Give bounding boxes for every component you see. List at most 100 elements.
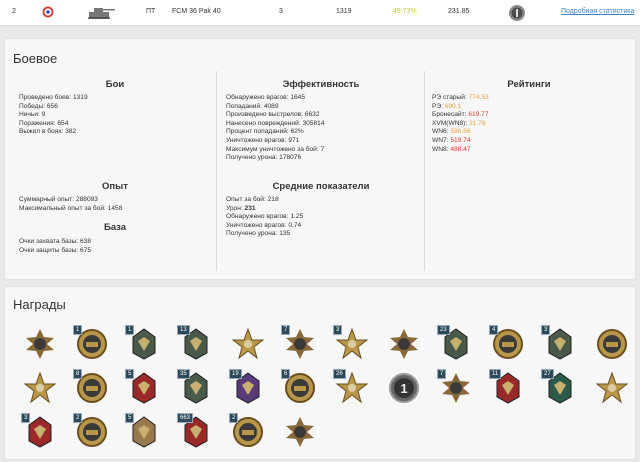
rating-label: РЭ старый: [432,94,469,101]
green-sword-badge-icon[interactable]: 27 [541,369,577,405]
average-label: Обнаружено врагов: [226,213,291,221]
tank-wreath-medal-icon[interactable]: 4 [489,325,525,361]
award-count-badge: 13 [177,325,190,335]
rating-value: 774.53 [468,94,489,101]
gear-sun-medal-icon[interactable]: 2 [229,413,265,449]
shield-red-star-badge-icon[interactable]: 3 [333,325,369,361]
vehicle-value: 231.85 [448,8,470,15]
rating-line: WN8: 488.47 [432,146,489,155]
vehicle-class: ПТ [146,8,156,15]
average-line: Получено урона: 135 [226,230,303,239]
star-medal-icon[interactable] [231,327,265,361]
stat-line: Процент попаданий: 62% [226,128,304,136]
battles-heading: Бои [105,79,125,90]
rating-label: XVM(WN8): [432,119,469,127]
rating-value: 586.86 [450,128,471,136]
column-divider [216,71,217,271]
cross-medal-icon[interactable] [23,327,57,361]
ratings-heading: Рейтинги [507,79,551,90]
rating-label: WN7: [432,136,451,144]
tank-cross-medal-icon[interactable]: 7 [437,369,473,405]
mastery-badge-icon [508,4,526,24]
ratings-list: РЭ старый: 774.53 РЭ: 690.1 Бронесайт: 619… [432,94,489,154]
rating-value: 619.77 [468,111,489,119]
award-count-badge: 7 [281,325,291,335]
rating-value: 21.76 [469,119,486,127]
average-value: 218 [267,196,279,203]
stat-line: Проведено боев: 1319 [19,94,88,101]
base-list: Очки захвата базы: 638 Очки защиты базы: … [19,238,91,255]
soldier-red-badge-icon[interactable]: 663 [177,413,213,449]
column-divider [424,71,425,271]
blue-red-badge-icon[interactable]: 3 [21,413,57,449]
stat-line: Выжил в боях: 382 [19,128,77,136]
experience-list: Суммарный опыт: 288093 Максимальный опыт … [19,196,122,213]
mastery-one-medal-icon[interactable]: 1 [387,371,421,405]
purple-scroll-badge-icon[interactable]: 19 [229,369,265,405]
stat-line: Максимум уничтожено за бой: 7 [226,145,325,153]
details-link[interactable]: Подробная статистика [561,8,634,15]
award-count-badge: 3 [21,413,31,423]
stat-line: Получено урона: 178076 [226,154,302,162]
vehicle-row: 2 ПТ FCM 36 Pak 40 3 1319 49.73% 231.85 … [0,0,640,26]
average-line: Обнаружено врагов: 1.25 [226,213,303,222]
cross-portrait-medal-icon[interactable] [387,327,421,361]
average-value: 0.74 [288,221,302,229]
diamond-gold-badge-icon[interactable]: 35 [177,369,213,405]
stat-line: Произведено выстрелов: 6632 [226,111,320,119]
average-label: Урон: [226,204,245,212]
crossed-rifles-badge-icon[interactable]: 7 [281,325,317,361]
rating-value: 519.74 [450,136,471,144]
awards-title: Награды [13,297,66,312]
stat-line: Очки защиты базы: 675 [19,246,91,254]
vehicle-name: FCM 36 Pak 40 [172,8,221,15]
average-label: Опыт за бой: [226,196,268,203]
average-line: Уничтожено врагов: 0.74 [226,222,303,231]
award-count-badge: 3 [541,325,551,335]
rating-label: WN8: [432,145,451,153]
rating-line: WN6: 586.86 [432,128,489,137]
award-count-badge: 663 [177,413,194,423]
wot-logo-medal-icon[interactable]: 6 [281,369,317,405]
star-portrait-medal-icon[interactable] [595,371,629,405]
bronze-cross-medal-icon[interactable] [283,415,317,449]
combat-title: Боевое [13,51,58,66]
rating-line: XVM(WN8): 21.76 [432,120,489,129]
efficiency-list: Обнаружено врагов: 1645 Попаданий: 4089 Пр… [226,94,324,163]
stat-line: Очки захвата базы: 638 [19,238,91,245]
award-count-badge: 3 [333,325,343,335]
stat-line: Обнаружено врагов: 1645 [226,94,305,101]
france-roundel-icon [42,6,54,20]
diamond-badge-icon[interactable]: 23 [437,325,473,361]
award-count-badge: 6 [281,369,291,379]
rating-value: 488.47 [450,145,471,153]
award-count-badge: 1 [125,325,135,335]
rating-line: РЭ: 690.1 [432,103,489,112]
star-bronze-medal-icon[interactable] [23,371,57,405]
rank-chevron-badge-icon[interactable]: 1 [125,325,161,361]
rating-line: РЭ старый: 774.53 [432,94,489,103]
award-count-badge: 35 [177,369,190,379]
rating-value: 690.1 [444,102,462,110]
plane-star-medal-icon[interactable]: 26 [333,369,369,405]
rating-line: Бронесайт: 619.77 [432,111,489,120]
vehicle-winrate: 49.73% [393,8,417,15]
average-value: 1.25 [290,213,304,221]
stat-line: Суммарный опыт: 288093 [19,196,98,203]
combat-panel: Боевое Бои Проведено боев: 1319 Победы: 6… [4,38,636,280]
battles-list: Проведено боев: 1319 Победы: 656 Ничьи: 9П… [19,94,88,137]
stat-line: Уничтожено врагов: 971 [226,136,300,144]
average-value: 231 [244,204,256,212]
portrait-hexagon-medal-icon[interactable] [595,327,629,361]
award-count-badge: 8 [73,369,83,379]
red-cape-badge-icon[interactable]: 5 [125,369,161,405]
tan-book-badge-icon[interactable]: 5 [125,413,161,449]
stat-line: Максимальный опыт за бой: 1458 [19,204,123,212]
sword-badge-icon[interactable]: 3 [541,325,577,361]
soldier-badge-icon[interactable]: 13 [177,325,213,361]
diamond-red-badge-icon[interactable]: 11 [489,369,525,405]
tank-medal-icon[interactable]: 1 [73,325,109,361]
vehicle-rank: 2 [12,8,16,15]
wreath-tank-medal-icon[interactable]: 2 [73,413,109,449]
gold-tank-medal-icon[interactable]: 8 [73,369,109,405]
